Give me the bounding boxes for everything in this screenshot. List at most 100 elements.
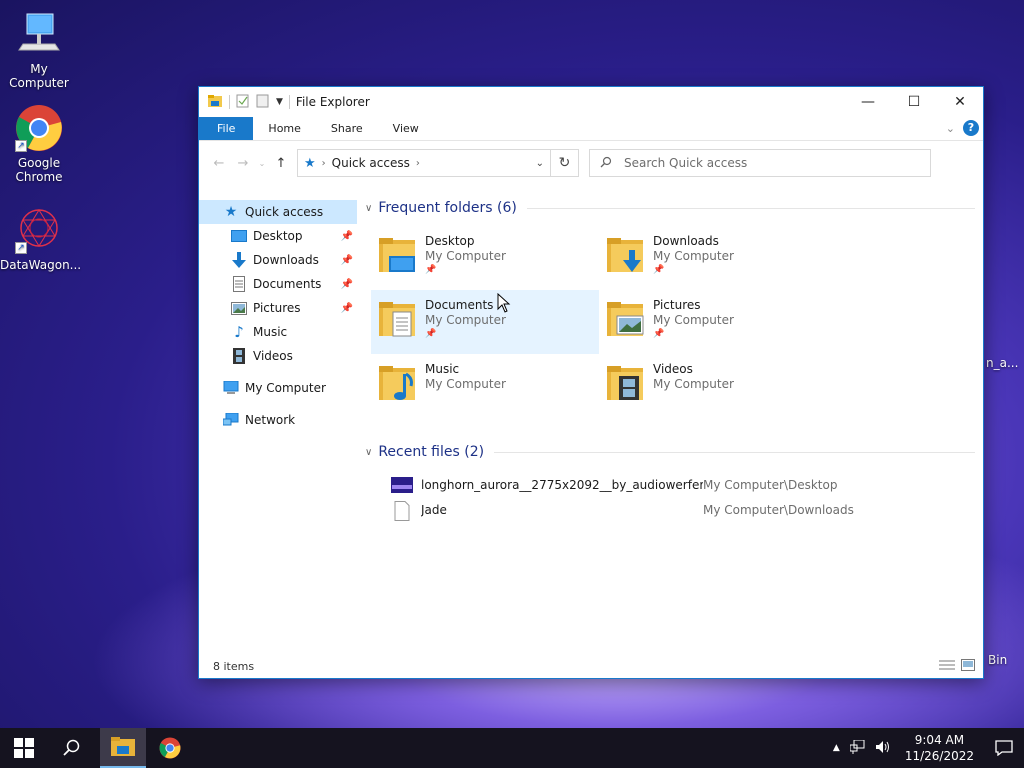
sidebar-item-label: Pictures	[253, 301, 301, 315]
taskbar-file-explorer[interactable]	[100, 728, 146, 768]
desktop-icon-datawagon[interactable]: ↗ DataWagon...	[0, 206, 81, 272]
address-bar[interactable]: ★ › Quick access › ⌄ ↻	[297, 149, 579, 177]
volume-icon[interactable]	[875, 740, 892, 757]
details-view-icon[interactable]	[939, 659, 955, 674]
sidebar-item-videos[interactable]: Videos	[199, 344, 357, 368]
list-item[interactable]: Jade My Computer\Downloads	[365, 497, 983, 522]
desktop-icon-label-peek: n_a...	[986, 356, 1019, 370]
videos-folder-icon	[603, 360, 649, 406]
clock-date: 11/26/2022	[904, 749, 974, 763]
image-file-icon	[391, 476, 413, 494]
folder-tile-music[interactable]: Music My Computer	[371, 354, 599, 418]
pin-icon: 📌	[340, 278, 353, 290]
expand-ribbon-chevron-icon[interactable]: ⌄	[946, 122, 955, 135]
sidebar-item-music[interactable]: ♪ Music	[199, 320, 357, 344]
folder-tile-videos[interactable]: Videos My Computer	[599, 354, 827, 418]
breadcrumb-separator-icon[interactable]: ›	[416, 158, 420, 169]
item-count: 8 items	[213, 659, 255, 673]
maximize-button[interactable]: ☐	[891, 87, 937, 117]
breadcrumb-quick-access[interactable]: Quick access	[332, 156, 410, 170]
folder-location: My Computer	[653, 249, 734, 263]
frequent-folders-header[interactable]: ∨ Frequent folders (6)	[365, 196, 983, 220]
action-center-button[interactable]	[984, 728, 1024, 768]
new-folder-icon[interactable]	[256, 94, 270, 111]
desktop-folder-icon	[231, 228, 247, 244]
desktop-icon-google-chrome[interactable]: ↗ Google Chrome	[0, 104, 78, 184]
up-arrow-icon[interactable]: ↑	[269, 156, 293, 171]
tab-file[interactable]: File	[199, 117, 254, 140]
tab-home[interactable]: Home	[253, 117, 315, 140]
large-icons-view-icon[interactable]	[961, 658, 975, 674]
folder-tile-desktop[interactable]: Desktop My Computer 📌	[371, 226, 599, 290]
documents-folder-icon	[375, 296, 421, 342]
sidebar-item-documents[interactable]: Documents 📌	[199, 272, 357, 296]
folder-tile-pictures[interactable]: Pictures My Computer 📌	[599, 290, 827, 354]
help-icon[interactable]: ?	[963, 120, 979, 136]
clock[interactable]: 9:04 AM 11/26/2022	[905, 732, 974, 764]
search-icon	[63, 739, 80, 756]
sidebar-item-label: Music	[253, 325, 288, 339]
minimize-button[interactable]: —	[845, 87, 891, 117]
show-hidden-icons-chevron-icon[interactable]: ▲	[833, 743, 840, 753]
pin-icon: 📌	[340, 254, 353, 266]
address-dropdown-icon[interactable]: ⌄	[536, 158, 544, 169]
recent-files-list: longhorn_aurora__2775x2092__by_audiowerf…	[365, 472, 983, 522]
breadcrumb-separator-icon[interactable]: ›	[322, 158, 326, 169]
search-icon	[600, 156, 612, 171]
videos-film-icon	[231, 348, 247, 364]
close-button[interactable]: ✕	[937, 87, 983, 117]
frequent-folders-grid: Desktop My Computer 📌 Downloads My Compu…	[365, 226, 983, 418]
window-title: File Explorer	[295, 95, 370, 109]
folder-name: Downloads	[653, 234, 719, 248]
collapse-chevron-icon[interactable]: ∨	[365, 447, 372, 458]
main-pane: ∨ Frequent folders (6) Desktop My Comput…	[357, 194, 983, 654]
folder-tile-documents[interactable]: Documents My Computer 📌	[371, 290, 599, 354]
sidebar-item-pictures[interactable]: Pictures 📌	[199, 296, 357, 320]
recent-files-header[interactable]: ∨ Recent files (2)	[365, 440, 983, 464]
taskbar-chrome[interactable]	[146, 728, 194, 768]
sidebar-item-my-computer[interactable]: My Computer	[199, 376, 357, 400]
clock-time: 9:04 AM	[914, 733, 965, 747]
music-folder-icon	[375, 360, 421, 406]
start-button[interactable]	[0, 728, 48, 768]
sidebar-item-label: Desktop	[253, 229, 303, 243]
sidebar-item-network[interactable]: Network	[199, 408, 357, 432]
desktop-icon-my-computer[interactable]: My Computer	[0, 10, 78, 90]
pin-icon: 📌	[653, 265, 665, 275]
sidebar-item-desktop[interactable]: Desktop 📌	[199, 224, 357, 248]
search-box[interactable]	[589, 149, 931, 177]
back-arrow-icon[interactable]: ←	[207, 156, 231, 171]
mouse-cursor-icon	[497, 293, 511, 313]
shortcut-arrow-icon: ↗	[15, 242, 27, 254]
list-item[interactable]: longhorn_aurora__2775x2092__by_audiowerf…	[365, 472, 983, 497]
sidebar-item-quick-access[interactable]: ★ Quick access	[199, 200, 357, 224]
tab-share[interactable]: Share	[316, 117, 378, 140]
folder-tile-downloads[interactable]: Downloads My Computer 📌	[599, 226, 827, 290]
network-icon[interactable]	[849, 739, 866, 757]
customize-toolbar-dropdown-icon[interactable]: ▼	[276, 97, 283, 107]
collapse-chevron-icon[interactable]: ∨	[365, 203, 372, 214]
recent-file-path: My Computer\Desktop	[703, 477, 838, 492]
quick-access-toolbar: ▼	[199, 93, 290, 112]
chrome-icon: ↗	[15, 104, 63, 152]
computer-icon	[223, 380, 239, 396]
tab-view[interactable]: View	[378, 117, 434, 140]
folder-location: My Computer	[653, 377, 734, 391]
sidebar-item-label: Downloads	[253, 253, 319, 267]
ribbon-tabs: File Home Share View ⌄ ?	[199, 117, 983, 141]
search-input[interactable]	[624, 156, 904, 170]
sidebar-item-downloads[interactable]: Downloads 📌	[199, 248, 357, 272]
datawagon-icon: ↗	[15, 206, 63, 254]
recent-file-name: longhorn_aurora__2775x2092__by_audiowerf…	[421, 477, 703, 492]
recent-file-name: Jade	[421, 502, 447, 517]
desktop-folder-icon	[375, 232, 421, 278]
forward-arrow-icon[interactable]: →	[231, 156, 255, 171]
properties-icon[interactable]	[236, 94, 250, 111]
search-button[interactable]	[48, 728, 96, 768]
shortcut-arrow-icon: ↗	[15, 140, 27, 152]
refresh-icon[interactable]: ↻	[550, 150, 578, 176]
content-area: ★ Quick access Desktop 📌 Downloads 📌 Doc…	[199, 194, 983, 654]
sidebar-item-label: My Computer	[245, 381, 326, 395]
recent-locations-chevron-icon[interactable]: ⌄	[255, 159, 269, 168]
